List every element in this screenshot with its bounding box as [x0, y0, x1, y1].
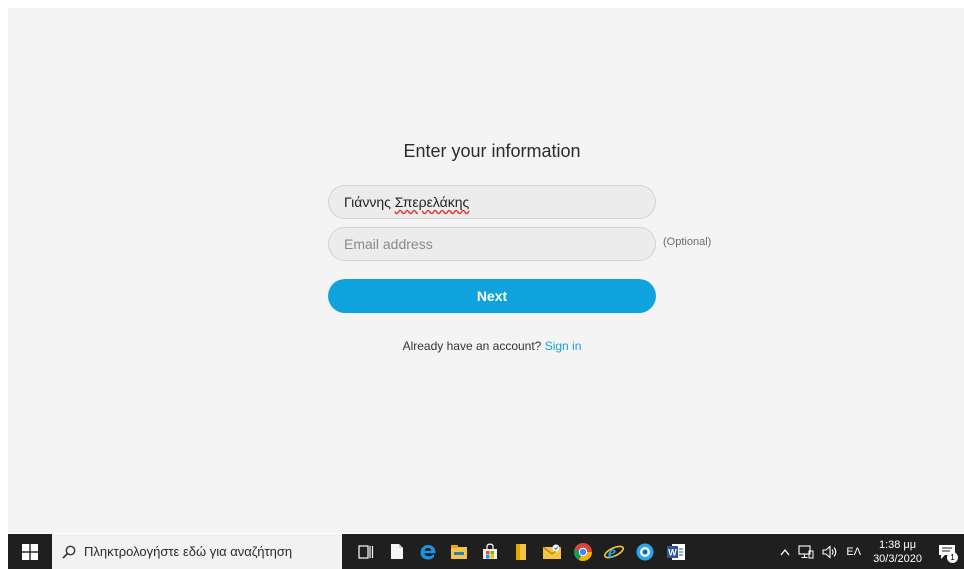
signin-prompt: Already have an account? — [402, 339, 542, 353]
system-tray: ΕΛ 1:38 μμ 30/3/2020 1 — [776, 534, 964, 569]
word-app[interactable]: W — [660, 534, 691, 569]
chrome-app[interactable] — [567, 534, 598, 569]
signin-link[interactable]: Sign in — [545, 339, 582, 353]
network-icon — [798, 544, 814, 558]
task-view-button[interactable] — [350, 534, 381, 569]
action-center-button[interactable]: 1 — [930, 534, 964, 569]
file-explorer-icon — [450, 544, 467, 559]
clock[interactable]: 1:38 μμ 30/3/2020 — [865, 538, 930, 566]
clock-time: 1:38 μμ — [878, 538, 917, 551]
page-title: Enter your information — [403, 141, 581, 161]
name-first: Γιάννης — [344, 194, 391, 210]
tray-overflow-button[interactable] — [776, 534, 794, 569]
folder-icon — [515, 543, 526, 560]
speaker-icon — [822, 544, 837, 559]
volume-button[interactable] — [818, 534, 842, 569]
clock-date: 30/3/2020 — [873, 552, 922, 565]
network-button[interactable] — [794, 534, 818, 569]
email-row: (Optional) — [328, 227, 711, 261]
edge-icon — [420, 544, 436, 559]
search-placeholder: Πληκτρολογήστε εδώ για αναζήτηση — [84, 544, 293, 559]
word-icon: W — [666, 543, 685, 560]
chevron-up-icon — [780, 548, 790, 555]
mail-app[interactable] — [536, 534, 567, 569]
app-icon — [636, 543, 653, 560]
file-app[interactable] — [381, 534, 412, 569]
pinned-apps: e W — [350, 534, 691, 569]
search-icon — [62, 545, 76, 559]
file-explorer-app[interactable] — [443, 534, 474, 569]
folder-app[interactable] — [505, 534, 536, 569]
windows-icon — [22, 543, 38, 560]
name-row: Γιάννης Σπερελάκης — [328, 185, 656, 219]
taskbar-search[interactable]: Πληκτρολογήστε εδώ για αναζήτηση — [52, 534, 342, 569]
store-icon — [482, 543, 497, 559]
store-app[interactable] — [474, 534, 505, 569]
taskbar: Πληκτρολογήστε εδώ για αναζήτηση e W ΕΛ … — [8, 534, 964, 569]
signin-row: Already have an account? Sign in — [328, 339, 656, 353]
start-button[interactable] — [8, 534, 52, 569]
screen: Enter your information Γιάννης Σπερελάκη… — [0, 0, 964, 569]
ie-app[interactable]: e — [598, 534, 629, 569]
language-indicator[interactable]: ΕΛ — [842, 534, 865, 569]
signup-form: Enter your information Γιάννης Σπερελάκη… — [328, 138, 711, 353]
svg-text:W: W — [668, 547, 677, 557]
name-field[interactable]: Γιάννης Σπερελάκης — [328, 185, 656, 219]
chrome-icon — [573, 542, 592, 561]
edge-app[interactable] — [412, 534, 443, 569]
name-last: Σπερελάκης — [394, 194, 470, 210]
svg-text:e: e — [608, 542, 616, 562]
email-field[interactable] — [328, 227, 656, 261]
task-view-icon — [357, 544, 373, 559]
mail-icon — [542, 544, 561, 559]
file-icon — [390, 544, 403, 559]
next-button[interactable]: Next — [328, 279, 656, 313]
notification-badge: 1 — [947, 552, 958, 563]
internet-explorer-icon: e — [603, 542, 624, 562]
optional-label: (Optional) — [663, 236, 712, 248]
generic-app[interactable] — [629, 534, 660, 569]
app-window: Enter your information Γιάννης Σπερελάκη… — [8, 8, 964, 533]
